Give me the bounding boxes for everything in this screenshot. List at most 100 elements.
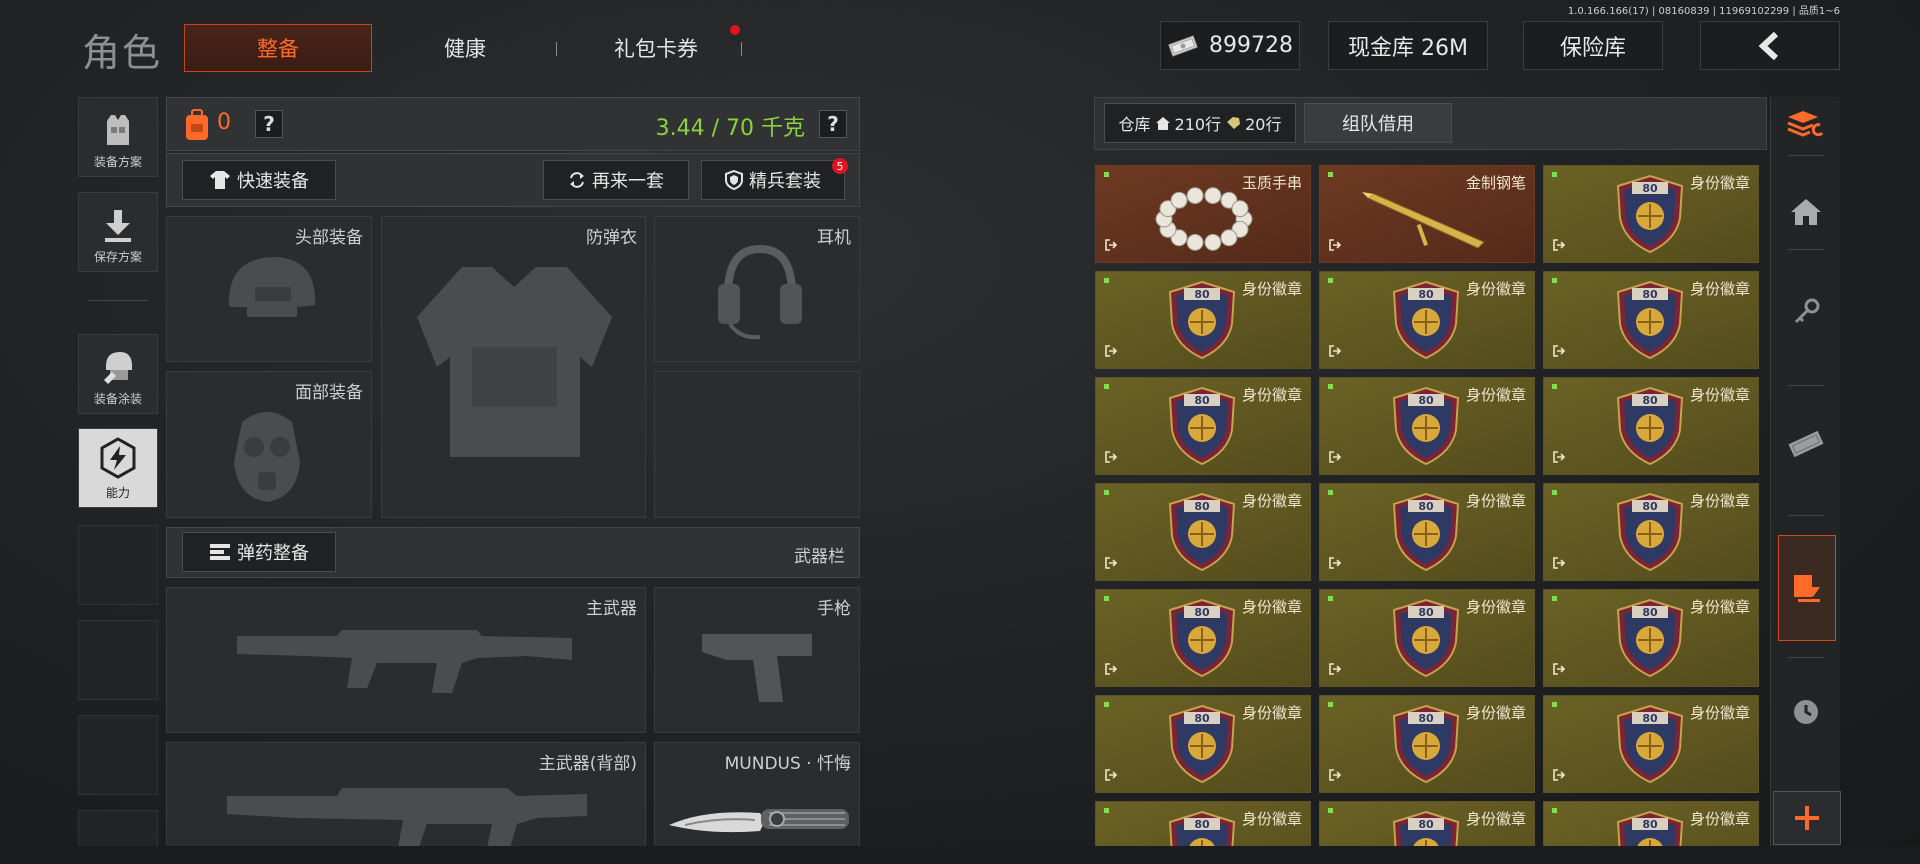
rarity-dot	[1328, 702, 1333, 707]
stash-item[interactable]: 身份徽章 80	[1095, 589, 1311, 687]
identity-badge-icon: 80	[1168, 598, 1236, 678]
clock-icon	[1794, 700, 1818, 724]
item-art: 80	[1614, 280, 1686, 364]
tab-gift-cards[interactable]: 礼包卡券	[586, 24, 726, 72]
cash-vault-button[interactable]: 现金库 26M	[1328, 21, 1488, 70]
rarity-dot	[1552, 596, 1557, 601]
svg-text:80: 80	[1418, 288, 1434, 301]
stash-item[interactable]: 身份徽章 80	[1095, 271, 1311, 369]
warehouse-selector[interactable]: 仓库 210行 20行	[1104, 103, 1296, 143]
body-armor-label: 防弹衣	[586, 228, 637, 248]
rarity-dot	[1104, 278, 1109, 283]
help-button[interactable]: ?	[255, 110, 283, 138]
primary-weapon-label: 主武器	[586, 599, 637, 619]
extract-icon	[1328, 556, 1342, 574]
stash-item[interactable]: 身份徽章 80	[1319, 271, 1535, 369]
sort-button[interactable]	[1771, 107, 1841, 141]
team-borrow-button[interactable]: 组队借用	[1304, 103, 1452, 143]
item-art: 80	[1166, 280, 1238, 364]
stash-item[interactable]: 身份徽章 80	[1095, 377, 1311, 475]
gas-mask-icon	[234, 412, 300, 502]
tab-health[interactable]: 健康	[400, 24, 530, 72]
elite-set-button[interactable]: 精兵套装	[701, 160, 845, 200]
stash-item[interactable]: 身份徽章 80	[1543, 165, 1759, 263]
weight-help-button[interactable]: ?	[819, 110, 847, 138]
tab-divider	[556, 42, 557, 56]
primary-weapon-slot[interactable]: 主武器	[166, 587, 646, 733]
stash-item[interactable]: 身份徽章 80	[1319, 377, 1535, 475]
stash-item[interactable]: 金制钢笔	[1319, 165, 1535, 263]
stash-item-name: 身份徽章	[1689, 704, 1750, 722]
item-art	[1360, 184, 1490, 258]
extract-icon	[1104, 768, 1118, 786]
nav-loadout-plan[interactable]: 装备方案	[78, 97, 158, 177]
back-weapon-label: 主武器(背部)	[538, 754, 637, 774]
key-icon	[1794, 298, 1820, 324]
inbox-down-icon	[1794, 575, 1820, 602]
svg-text:80: 80	[1642, 182, 1658, 195]
rarity-dot	[1328, 384, 1333, 389]
stash-item[interactable]: 身份徽章 80	[1319, 483, 1535, 581]
knife-icon	[669, 809, 849, 833]
identity-badge-icon: 80	[1168, 492, 1236, 572]
nav-ability[interactable]: 能力	[78, 428, 158, 508]
svg-text:80: 80	[1642, 606, 1658, 619]
incoming-button[interactable]	[1778, 535, 1836, 641]
nav-empty-slot	[78, 715, 158, 795]
backpack-count: 0	[217, 110, 231, 135]
stash-item[interactable]: 身份徽章 80	[1543, 377, 1759, 475]
tab-equip-label: 整备	[257, 37, 299, 61]
nav-ability-label: 能力	[105, 486, 130, 500]
earphone-slot[interactable]: 耳机	[654, 216, 860, 362]
ammo-refit-button[interactable]: 弹药整备	[182, 532, 336, 572]
quick-equip-button[interactable]: 快速装备	[182, 160, 336, 200]
extract-icon	[1328, 238, 1342, 256]
rifle-icon	[237, 630, 572, 693]
stash-item[interactable]: 玉质手串	[1095, 165, 1311, 263]
rail-divider	[1789, 657, 1825, 658]
stash-item[interactable]: 身份徽章 80	[1543, 589, 1759, 687]
identity-badge-icon: 80	[1168, 704, 1236, 784]
back-button[interactable]	[1700, 21, 1840, 70]
key-button[interactable]	[1771, 297, 1841, 327]
rarity-dot	[1328, 808, 1333, 813]
head-gear-slot[interactable]: 头部装备	[166, 216, 372, 362]
history-button[interactable]	[1771, 697, 1841, 727]
stash-item[interactable]: 身份徽章 80	[1319, 695, 1535, 793]
svg-text:80: 80	[1642, 818, 1658, 831]
stash-item-name: 身份徽章	[1465, 492, 1526, 510]
home-icon	[1155, 116, 1170, 130]
identity-badge-icon: 80	[1616, 492, 1684, 572]
backpack-icon	[186, 109, 208, 140]
stash-item[interactable]: 身份徽章 80	[1319, 589, 1535, 687]
stash-item-name: 身份徽章	[1241, 492, 1302, 510]
item-art: 80	[1614, 598, 1686, 682]
tab-equip[interactable]: 整备	[184, 24, 372, 72]
add-button[interactable]	[1773, 791, 1841, 845]
stash-item[interactable]: 身份徽章 80	[1543, 271, 1759, 369]
item-art: 80	[1614, 174, 1686, 258]
identity-badge-icon: 80	[1168, 280, 1236, 360]
stash-item[interactable]: 身份徽章 80	[1095, 483, 1311, 581]
body-armor-slot[interactable]: 防弹衣	[381, 216, 646, 518]
cash-button[interactable]	[1771, 427, 1841, 461]
plus-icon	[1795, 806, 1819, 830]
cash-vault-label: 现金库 26M	[1348, 35, 1468, 61]
stash-item[interactable]: 身份徽章 80	[1543, 695, 1759, 793]
rarity-dot	[1104, 384, 1109, 389]
empty-gear-slot[interactable]	[654, 371, 860, 518]
svg-text:80: 80	[1418, 712, 1434, 725]
home-button[interactable]	[1771, 197, 1841, 227]
help-button-label: ?	[263, 112, 275, 136]
nav-paint[interactable]: 装备涂装	[78, 334, 158, 414]
nav-save-plan[interactable]: 保存方案	[78, 192, 158, 272]
equip-again-button[interactable]: 再来一套	[543, 160, 689, 200]
pistol-slot[interactable]: 手枪	[654, 587, 860, 733]
stash-item[interactable]: 身份徽章 80	[1095, 695, 1311, 793]
face-gear-slot[interactable]: 面部装备	[166, 371, 372, 518]
extract-icon	[1552, 768, 1566, 786]
stash-item[interactable]: 身份徽章 80	[1543, 483, 1759, 581]
nav-paint-label: 装备涂装	[93, 392, 142, 406]
svg-text:80: 80	[1642, 394, 1658, 407]
insurance-vault-button[interactable]: 保险库	[1523, 21, 1663, 70]
